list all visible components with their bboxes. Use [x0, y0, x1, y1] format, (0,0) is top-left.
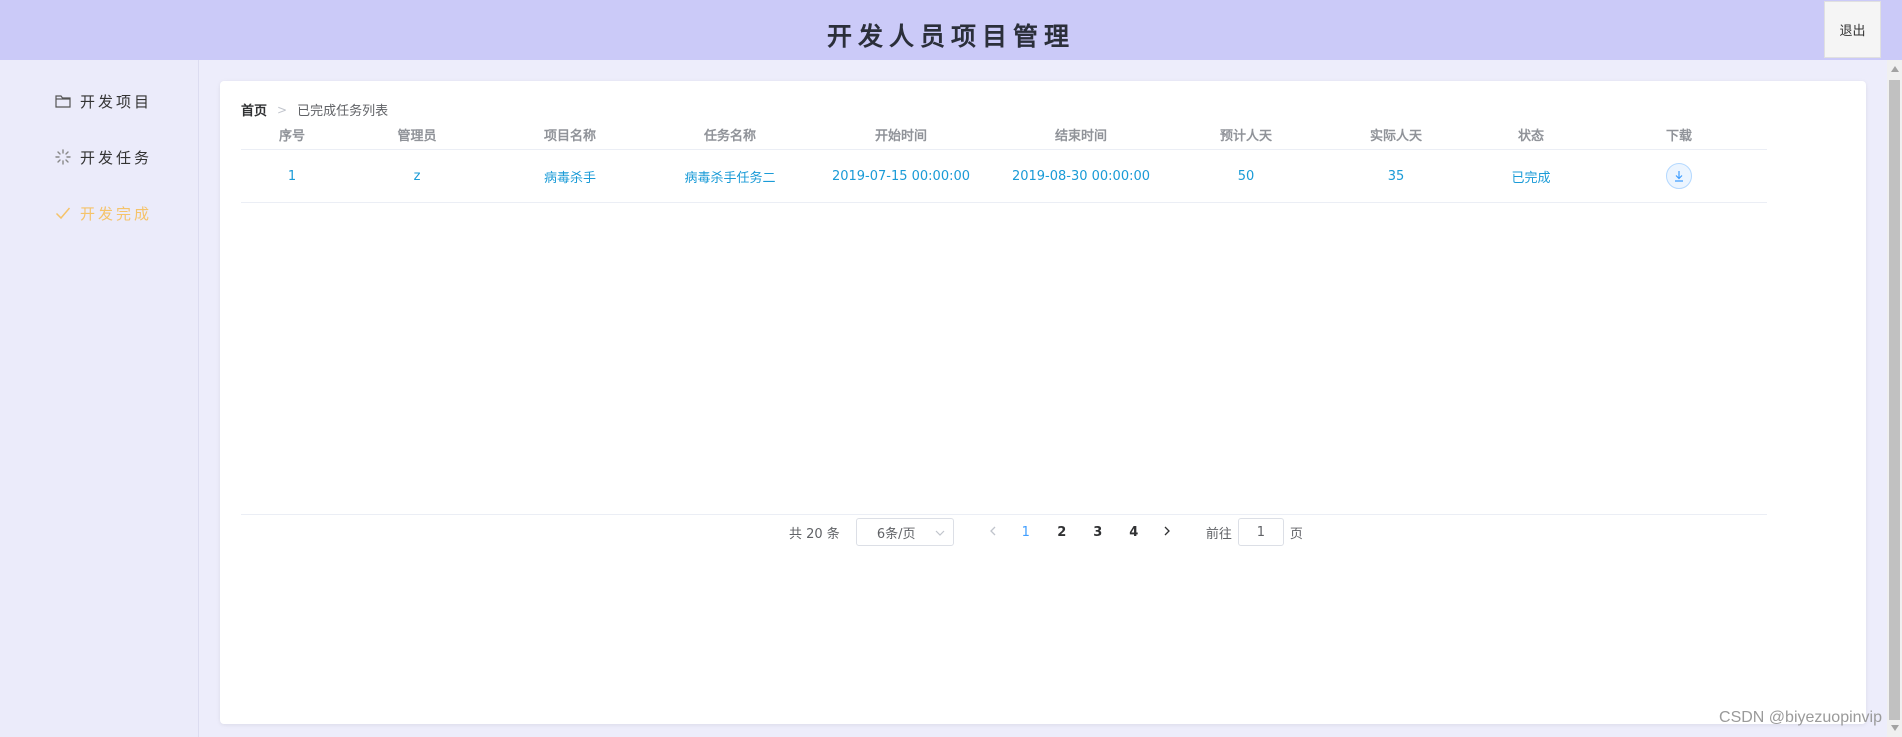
sidebar-item-label: 开发完成	[80, 204, 153, 223]
column-header: 下载	[1665, 128, 1692, 144]
logout-button[interactable]: 退出	[1824, 1, 1881, 58]
table-cell: 2019-08-30 00:00:00	[1011, 168, 1151, 184]
sidebar-item-projects[interactable]: 开发项目	[54, 89, 152, 113]
vertical-scrollbar[interactable]	[1887, 60, 1902, 737]
sidebar-item-tasks[interactable]: 开发任务	[54, 145, 152, 169]
chevron-left-icon	[989, 526, 996, 535]
goto-label: 前往	[1205, 526, 1232, 542]
chevron-right-icon: >	[277, 102, 288, 117]
scroll-up-icon[interactable]	[1891, 66, 1899, 72]
top-bar: 开发人员项目管理 退出	[0, 0, 1902, 60]
folder-icon	[54, 92, 72, 110]
breadcrumb: 首页 > 已完成任务列表	[241, 100, 389, 120]
column-header: 管理员	[397, 128, 437, 144]
table-header: 序号 管理员 项目名称 任务名称 开始时间 结束时间 预计人天 实际人天 状态 …	[241, 119, 1767, 150]
chevron-down-icon	[935, 525, 945, 540]
scroll-down-icon[interactable]	[1891, 725, 1899, 731]
page-button-4[interactable]: 4	[1116, 525, 1152, 540]
breadcrumb-home[interactable]: 首页	[241, 100, 267, 119]
next-page-button[interactable]	[1152, 525, 1182, 540]
chevron-right-icon	[1164, 526, 1170, 535]
table-cell: 35	[1387, 168, 1405, 184]
pagination-divider	[241, 514, 1767, 515]
breadcrumb-current: 已完成任务列表	[297, 104, 389, 119]
table-cell: 病毒杀手	[543, 170, 596, 186]
sidebar-item-completed[interactable]: 开发完成	[54, 201, 152, 225]
column-header: 序号	[278, 128, 305, 144]
column-header: 结束时间	[1054, 128, 1107, 144]
page-button-2[interactable]: 2	[1044, 525, 1080, 540]
table-cell: 50	[1237, 168, 1255, 184]
check-icon	[54, 204, 72, 222]
goto-page-input[interactable]	[1237, 518, 1284, 546]
sidebar-item-label: 开发任务	[80, 148, 153, 167]
content-card: 首页 > 已完成任务列表 序号 管理员 项目名称 任务名称 开始时间 结束时间 …	[220, 81, 1866, 724]
pagination-total: 共 20 条	[789, 526, 840, 542]
table-cell: 2019-07-15 00:00:00	[831, 168, 971, 184]
sidebar: 开发项目 开发任务 开发完成	[0, 60, 199, 737]
column-header: 状态	[1517, 128, 1544, 144]
column-header: 开始时间	[874, 128, 927, 144]
scrollbar-thumb[interactable]	[1889, 80, 1900, 720]
page-size-select[interactable]: 6条/页	[855, 518, 954, 546]
table-row: 1 z 病毒杀手 病毒杀手任务二 2019-07-15 00:00:00 201…	[241, 150, 1767, 203]
download-icon	[1675, 171, 1683, 182]
page-button-1[interactable]: 1	[1008, 525, 1044, 540]
app-title: 开发人员项目管理	[826, 22, 1075, 51]
column-header: 预计人天	[1219, 128, 1272, 144]
page-button-3[interactable]: 3	[1080, 525, 1116, 540]
table-cell: 病毒杀手任务二	[684, 170, 776, 186]
goto-suffix: 页	[1289, 526, 1303, 542]
table-cell: 1	[287, 168, 297, 184]
page-size-value: 6条/页	[876, 526, 916, 542]
column-header: 任务名称	[703, 128, 756, 144]
pagination: 共 20 条 6条/页 1 2 3 4 前往 页	[789, 517, 1303, 547]
column-header: 实际人天	[1369, 128, 1422, 144]
download-button[interactable]	[1666, 163, 1692, 189]
watermark: CSDN @biyezuopinvip	[1719, 709, 1882, 726]
status-cell: 已完成	[1511, 170, 1551, 186]
completed-tasks-table: 序号 管理员 项目名称 任务名称 开始时间 结束时间 预计人天 实际人天 状态 …	[241, 119, 1767, 203]
column-header: 项目名称	[543, 128, 596, 144]
sidebar-item-label: 开发项目	[80, 92, 153, 111]
table-cell: z	[413, 168, 421, 184]
download-cell	[1591, 163, 1767, 189]
loading-icon	[54, 148, 72, 166]
prev-page-button[interactable]	[978, 525, 1008, 540]
